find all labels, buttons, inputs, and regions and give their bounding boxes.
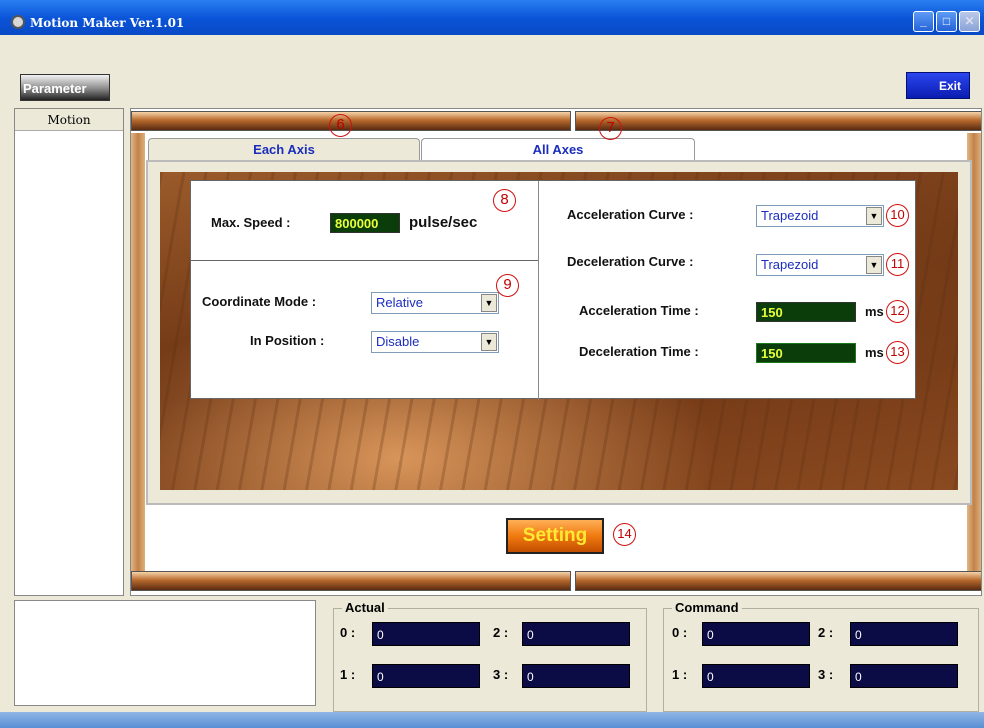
actual-position-1: 0: [372, 664, 480, 688]
chevron-down-icon[interactable]: ▼: [481, 294, 497, 312]
wood-top-bar-right: [575, 111, 981, 131]
menu-strip: [0, 35, 984, 62]
exit-button[interactable]: Exit: [906, 72, 970, 99]
app-gear-icon: [11, 15, 25, 29]
callout-7: 7: [599, 117, 622, 140]
in-position-select[interactable]: Disable ▼: [371, 331, 499, 353]
callout-14: 14: [613, 523, 636, 546]
actual-axis-label-3: 3 :: [493, 667, 509, 682]
decel-curve-select[interactable]: Trapezoid ▼: [756, 254, 884, 276]
status-box: [14, 600, 316, 706]
tab-all-axes[interactable]: All Axes: [421, 138, 695, 162]
callout-11: 11: [886, 253, 909, 276]
decel-curve-value: Trapezoid: [761, 257, 819, 272]
decel-time-label: Deceleration Time :: [579, 344, 699, 359]
command-group-title: Command: [672, 600, 742, 615]
command-position-2: 0: [850, 622, 958, 646]
decel-time-field[interactable]: 150: [756, 343, 856, 363]
close-icon[interactable]: ✕: [959, 11, 980, 32]
sidebar-header-motion[interactable]: Motion: [15, 109, 123, 131]
callout-12: 12: [886, 300, 909, 323]
callout-6: 6: [329, 114, 352, 137]
callout-9: 9: [496, 274, 519, 297]
wood-bottom-bar-right: [575, 571, 981, 591]
command-position-1: 0: [702, 664, 810, 688]
chevron-down-icon[interactable]: ▼: [481, 333, 497, 351]
setting-button[interactable]: Setting: [506, 518, 604, 554]
bottom-status-bar: [0, 712, 984, 728]
accel-time-unit: ms: [865, 304, 884, 319]
window-title: Motion Maker Ver.1.01: [30, 16, 185, 30]
maximize-icon[interactable]: □: [936, 11, 957, 32]
actual-group-title: Actual: [342, 600, 388, 615]
command-axis-label-1: 1 :: [672, 667, 688, 682]
actual-position-2: 0: [522, 622, 630, 646]
actual-axis-label-0: 0 :: [340, 625, 356, 640]
accel-time-label: Acceleration Time :: [579, 303, 699, 318]
decel-time-unit: ms: [865, 345, 884, 360]
coordinate-mode-value: Relative: [376, 295, 423, 310]
callout-10: 10: [886, 204, 909, 227]
accel-curve-label: Acceleration Curve :: [567, 207, 694, 222]
command-position-0: 0: [702, 622, 810, 646]
tab-each-axis[interactable]: Each Axis: [148, 138, 420, 162]
decel-curve-label: Deceleration Curve :: [567, 254, 694, 269]
in-position-label: In Position :: [250, 333, 325, 348]
section-divider: [538, 181, 539, 400]
command-axis-label-2: 2 :: [818, 625, 834, 640]
max-speed-field[interactable]: 800000: [330, 213, 400, 233]
callout-8: 8: [493, 189, 516, 212]
actual-position-0: 0: [372, 622, 480, 646]
accel-time-field[interactable]: 150: [756, 302, 856, 322]
wood-left-rail: [131, 133, 145, 571]
coordinate-mode-label: Coordinate Mode :: [202, 294, 317, 309]
max-speed-label: Max. Speed :: [211, 215, 291, 230]
settings-box: Max. Speed : 800000 pulse/sec Coordinate…: [190, 180, 916, 400]
coordinate-mode-select[interactable]: Relative ▼: [371, 292, 499, 314]
wood-bottom-bar-left: [131, 571, 571, 591]
chevron-down-icon[interactable]: ▼: [866, 256, 882, 274]
minimize-icon[interactable]: _: [913, 11, 934, 32]
command-position-3: 0: [850, 664, 958, 688]
command-axis-label-0: 0 :: [672, 625, 688, 640]
actual-axis-label-1: 1 :: [340, 667, 356, 682]
accel-curve-value: Trapezoid: [761, 208, 819, 223]
actual-axis-label-2: 2 :: [493, 625, 509, 640]
max-speed-unit: pulse/sec: [409, 214, 478, 231]
sidebar: Motion: [14, 108, 124, 596]
chevron-down-icon[interactable]: ▼: [866, 207, 882, 225]
in-position-value: Disable: [376, 334, 420, 349]
actual-position-3: 0: [522, 664, 630, 688]
accel-curve-select[interactable]: Trapezoid ▼: [756, 205, 884, 227]
command-axis-label-3: 3 :: [818, 667, 834, 682]
callout-13: 13: [886, 341, 909, 364]
parameter-button[interactable]: Parameter: [20, 74, 110, 101]
